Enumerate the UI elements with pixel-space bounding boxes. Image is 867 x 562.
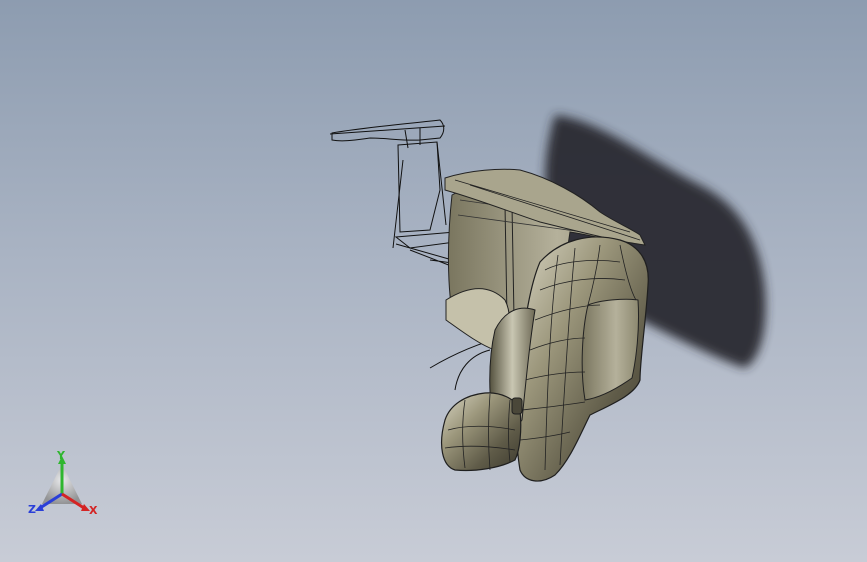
orientation-triad[interactable]: Y Z X: [26, 448, 106, 520]
axis-z-label: Z: [28, 503, 36, 516]
seat-frame[interactable]: [515, 236, 649, 482]
axis-x-label: X: [89, 504, 98, 517]
graphics-viewport[interactable]: Y Z X: [0, 0, 867, 562]
seat-cushion-front[interactable]: [441, 392, 523, 472]
axis-y-label: Y: [57, 449, 65, 462]
model-scene[interactable]: [0, 0, 867, 562]
